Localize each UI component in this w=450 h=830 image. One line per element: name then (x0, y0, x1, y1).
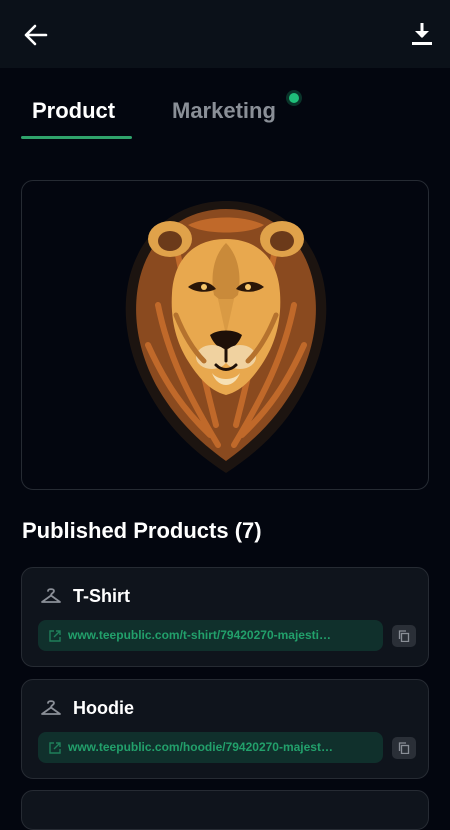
product-card-partial[interactable] (21, 790, 429, 830)
copy-icon (398, 630, 410, 642)
product-card-hoodie[interactable]: Hoodie www.teepublic.com/hoodie/79420270… (21, 679, 429, 779)
tab-product[interactable]: Product (32, 98, 115, 124)
copy-icon (398, 742, 410, 754)
product-name: T-Shirt (73, 586, 130, 606)
product-link[interactable]: www.teepublic.com/hoodie/79420270-majest… (38, 732, 383, 763)
active-tab-indicator (21, 136, 132, 139)
product-card-tshirt[interactable]: T-Shirt www.teepublic.com/t-shirt/794202… (21, 567, 429, 667)
external-link-icon (49, 741, 61, 754)
hanger-icon (40, 699, 62, 717)
tab-marketing[interactable]: Marketing (172, 98, 276, 124)
arrow-left-icon[interactable] (22, 22, 50, 48)
product-link[interactable]: www.teepublic.com/t-shirt/79420270-majes… (38, 620, 383, 651)
top-app-bar (0, 0, 450, 68)
copy-button[interactable] (392, 737, 416, 759)
copy-button[interactable] (392, 625, 416, 647)
download-icon[interactable] (408, 20, 436, 48)
hanger-icon (40, 587, 62, 605)
logo-preview-card (21, 180, 429, 490)
published-products-heading: Published Products (7) (22, 518, 262, 543)
notification-dot (289, 93, 299, 103)
external-link-icon (49, 629, 61, 642)
product-url: www.teepublic.com/hoodie/79420270-majest… (68, 740, 333, 754)
product-name: Hoodie (73, 698, 134, 718)
lion-head-logo (125, 201, 327, 473)
product-url: www.teepublic.com/t-shirt/79420270-majes… (68, 628, 331, 642)
